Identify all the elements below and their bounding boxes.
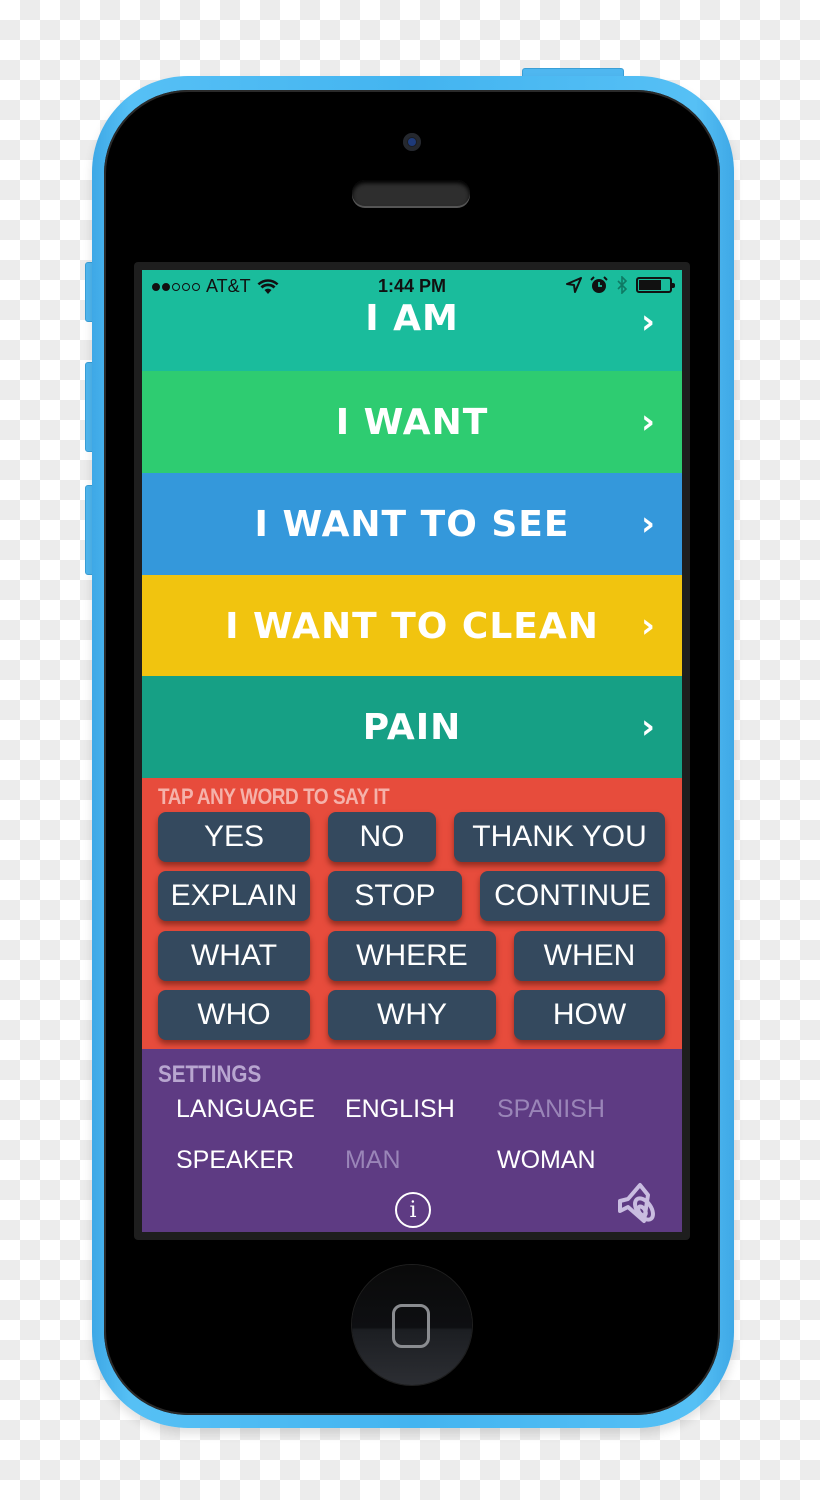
speaker-sound-icon[interactable] xyxy=(614,1181,662,1229)
word-button-where[interactable]: WHERE xyxy=(328,931,496,981)
word-button-why[interactable]: WHY xyxy=(328,990,496,1040)
category-row[interactable]: I WANT TO CLEAN › xyxy=(142,575,682,677)
word-button-stop[interactable]: STOP xyxy=(328,871,462,921)
front-camera xyxy=(403,133,421,151)
word-button-yes[interactable]: YES xyxy=(158,812,310,862)
speaker-label: SPEAKER xyxy=(176,1146,295,1174)
language-option-spanish[interactable]: SPANISH xyxy=(497,1095,605,1124)
word-button-when[interactable]: WHEN xyxy=(514,931,665,981)
chevron-right-icon: › xyxy=(640,606,656,646)
quick-words-title: TAP ANY WORD TO SAY IT xyxy=(158,784,390,809)
settings-panel: SETTINGS LANGUAGE ENGLISH SPANISH SPEAKE… xyxy=(142,1049,682,1232)
bluetooth-icon xyxy=(617,276,628,294)
word-button-who[interactable]: WHO xyxy=(158,990,310,1040)
location-arrow-icon xyxy=(566,277,582,293)
speaker-option-man[interactable]: MAN xyxy=(345,1146,401,1175)
category-label: I WANT xyxy=(335,401,489,443)
info-icon[interactable]: i xyxy=(395,1192,431,1228)
category-label: I WANT TO CLEAN xyxy=(225,605,599,647)
chevron-right-icon: › xyxy=(640,504,656,544)
settings-title: SETTINGS xyxy=(158,1061,262,1088)
status-bar: AT&T 1:44 PM xyxy=(142,270,682,304)
category-row[interactable]: PAIN › xyxy=(142,676,682,778)
earpiece-speaker xyxy=(352,180,470,206)
language-label: LANGUAGE xyxy=(176,1095,315,1123)
word-button-no[interactable]: NO xyxy=(328,812,436,862)
word-button-how[interactable]: HOW xyxy=(514,990,665,1040)
language-option-english[interactable]: ENGLISH xyxy=(345,1095,455,1124)
speaker-option-woman[interactable]: WOMAN xyxy=(497,1146,596,1175)
chevron-right-icon: › xyxy=(640,707,656,747)
chevron-right-icon: › xyxy=(640,402,656,442)
app-screen: AT&T 1:44 PM I AM › I WANT › I WANT TO SEE › I… xyxy=(142,270,682,1232)
word-button-explain[interactable]: EXPLAIN xyxy=(158,871,310,921)
alarm-icon xyxy=(590,276,608,293)
category-row[interactable]: I WANT › xyxy=(142,371,682,473)
category-label: PAIN xyxy=(362,706,462,748)
word-button-what[interactable]: WHAT xyxy=(158,931,310,981)
word-button-continue[interactable]: CONTINUE xyxy=(480,871,665,921)
quick-words-panel: TAP ANY WORD TO SAY IT YES NO THANK YOU EXP… xyxy=(142,778,682,1049)
word-button-thank-you[interactable]: THANK YOU xyxy=(454,812,665,862)
category-label: I WANT TO SEE xyxy=(254,503,570,545)
home-square-icon xyxy=(392,1304,430,1348)
battery-icon xyxy=(636,277,675,293)
chevron-right-icon: › xyxy=(640,302,656,342)
category-label: I AM xyxy=(365,298,459,339)
category-row[interactable]: I WANT TO SEE › xyxy=(142,473,682,575)
home-button[interactable] xyxy=(352,1265,472,1385)
